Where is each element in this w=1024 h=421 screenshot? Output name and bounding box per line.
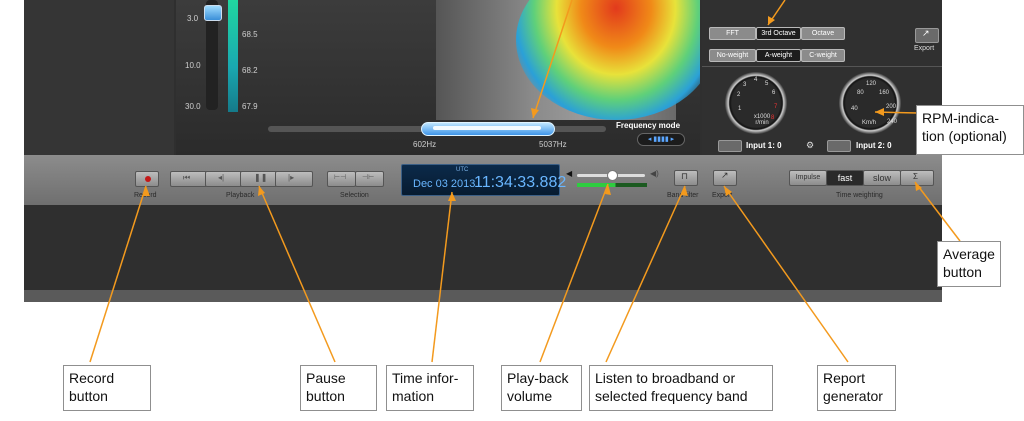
arrow-time [431,191,453,363]
arrow-average [914,181,961,242]
callout-time: Time infor- mation [386,365,474,411]
arrow-pause [258,185,336,363]
callout-pause: Pause button [300,365,377,411]
arrow-report [723,185,849,363]
arrowhead [142,186,150,196]
annotation-arrows [89,0,961,363]
callout-report: Report generator [817,365,896,411]
arrowhead [448,192,456,201]
callout-volume: Play-back volume [501,365,582,411]
callout-rpm: RPM-indica- tion (optional) [916,105,1024,155]
arrowhead [875,108,884,116]
arrowhead [258,186,265,196]
arrowhead [531,108,539,118]
callout-record: Record button [63,365,151,411]
callout-listen: Listen to broadband or selected frequenc… [589,365,773,411]
arrow-record [89,185,147,363]
callout-average: Average button [937,241,1001,287]
arrow-listen [605,185,686,363]
arrow-volume [539,183,609,363]
arrow-frequency-range [532,0,573,119]
